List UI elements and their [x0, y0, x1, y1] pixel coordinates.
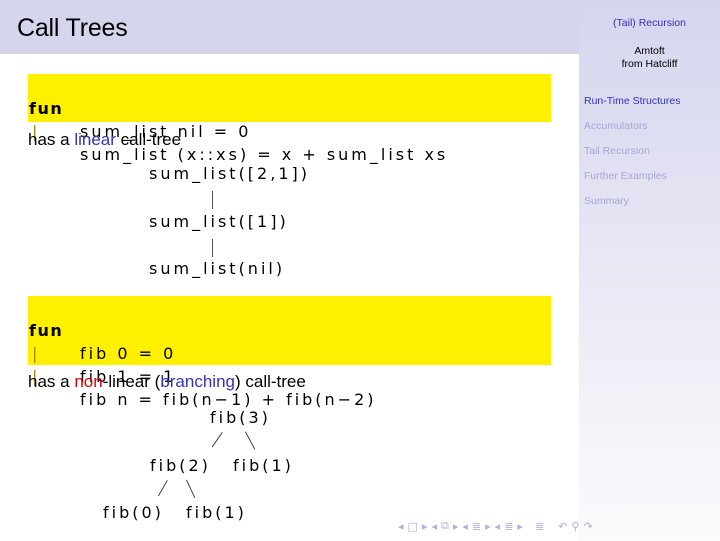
- sidebar-item-run-time-structures[interactable]: Run-Time Structures: [584, 95, 680, 120]
- caption-highlight-non: non: [74, 372, 103, 391]
- section-icon[interactable]: ≣: [472, 520, 481, 533]
- subsection-prev-icon[interactable]: ◂: [431, 520, 437, 533]
- tree-node: sum_list(nil): [149, 259, 286, 278]
- document-icon[interactable]: ≣: [535, 520, 544, 533]
- code-block-fib: fun fib 0 = 0 | fib 1 = 1 | fib n = fib(…: [28, 296, 551, 409]
- tree-node-left-left: fib(0): [103, 503, 164, 522]
- tree-node-left: fib(2): [150, 456, 211, 475]
- sidebar-item-accumulators[interactable]: Accumulators: [584, 120, 680, 145]
- tree-edge: [186, 479, 196, 499]
- code-line: fun sum_list nil = 0: [28, 74, 551, 141]
- tree-node: sum_list([2,1]): [149, 164, 310, 183]
- code-block-sum-list: fun sum_list nil = 0 | sum_list (x::xs) …: [28, 74, 551, 164]
- sidebar-item-summary[interactable]: Summary: [584, 195, 680, 220]
- frame-next-icon[interactable]: ▸: [422, 520, 428, 533]
- undo-icon[interactable]: ↶: [558, 520, 567, 533]
- caption-highlight-linear: linear: [74, 130, 116, 149]
- code-line: | fib n = fib(n−1) + fib(n−2): [28, 342, 551, 409]
- section-prev-icon[interactable]: ◂: [462, 520, 468, 533]
- tree-edge: [211, 432, 223, 448]
- linear-caption: has a linear call-tree: [28, 130, 181, 150]
- caption-text: has a: [28, 372, 75, 391]
- subsection-icon[interactable]: ⧉: [441, 519, 449, 533]
- caption-text: has a: [28, 130, 75, 149]
- tree-edge: [212, 239, 213, 257]
- nonlinear-caption: has a non-linear (branching) call-tree: [28, 372, 306, 392]
- tree-edge: [158, 480, 168, 497]
- section-next-icon[interactable]: ▸: [517, 520, 523, 533]
- sidebar-item-further-examples[interactable]: Further Examples: [584, 170, 680, 195]
- redo-icon[interactable]: ↷: [583, 520, 592, 533]
- tree-edge: [245, 431, 256, 450]
- author-source: from Hatcliff: [621, 58, 678, 70]
- tree-node-root: fib(3): [210, 408, 271, 427]
- code-line: | sum_list (x::xs) = x + sum_list xs: [28, 97, 551, 164]
- slide-header: Call Trees: [0, 0, 579, 54]
- sidebar-item-tail-recursion[interactable]: Tail Recursion: [584, 145, 680, 170]
- sidebar: (Tail) Recursion Amtoft from Hatcliff Ru…: [579, 0, 720, 541]
- section-nav: Run-Time Structures Accumulators Tail Re…: [584, 95, 680, 220]
- tree-node-right: fib(1): [233, 456, 294, 475]
- tree-node-left-right: fib(1): [186, 503, 247, 522]
- author-block: Amtoft from Hatcliff: [579, 45, 720, 71]
- code-line: fun fib 0 = 0: [28, 296, 551, 363]
- tree-node: sum_list([1]): [149, 212, 289, 231]
- search-icon[interactable]: ⚲: [571, 520, 579, 533]
- subsection-next-icon[interactable]: ▸: [453, 520, 459, 533]
- deck-title[interactable]: (Tail) Recursion: [579, 17, 720, 29]
- frame-icon[interactable]: □: [408, 520, 418, 533]
- caption-text: call-tree: [115, 130, 182, 149]
- tree-edge: [212, 191, 213, 209]
- section-prev-icon[interactable]: ◂: [495, 520, 501, 533]
- caption-text: ) call-tree: [234, 372, 306, 391]
- caption-highlight-branching: branching: [160, 372, 235, 391]
- section-icon[interactable]: ≣: [504, 520, 513, 533]
- author-name: Amtoft: [634, 45, 665, 57]
- section-next-icon[interactable]: ▸: [485, 520, 491, 533]
- frame-prev-icon[interactable]: ◂: [398, 520, 404, 533]
- beamer-navigation: ◂ □ ▸ ◂ ⧉ ▸ ◂ ≣ ▸ ◂ ≣ ▸ ≣ ↶ ⚲ ↷: [398, 518, 593, 534]
- caption-text: -linear (: [102, 372, 161, 391]
- slide-title: Call Trees: [17, 14, 128, 42]
- code-line: | fib 1 = 1: [28, 319, 551, 386]
